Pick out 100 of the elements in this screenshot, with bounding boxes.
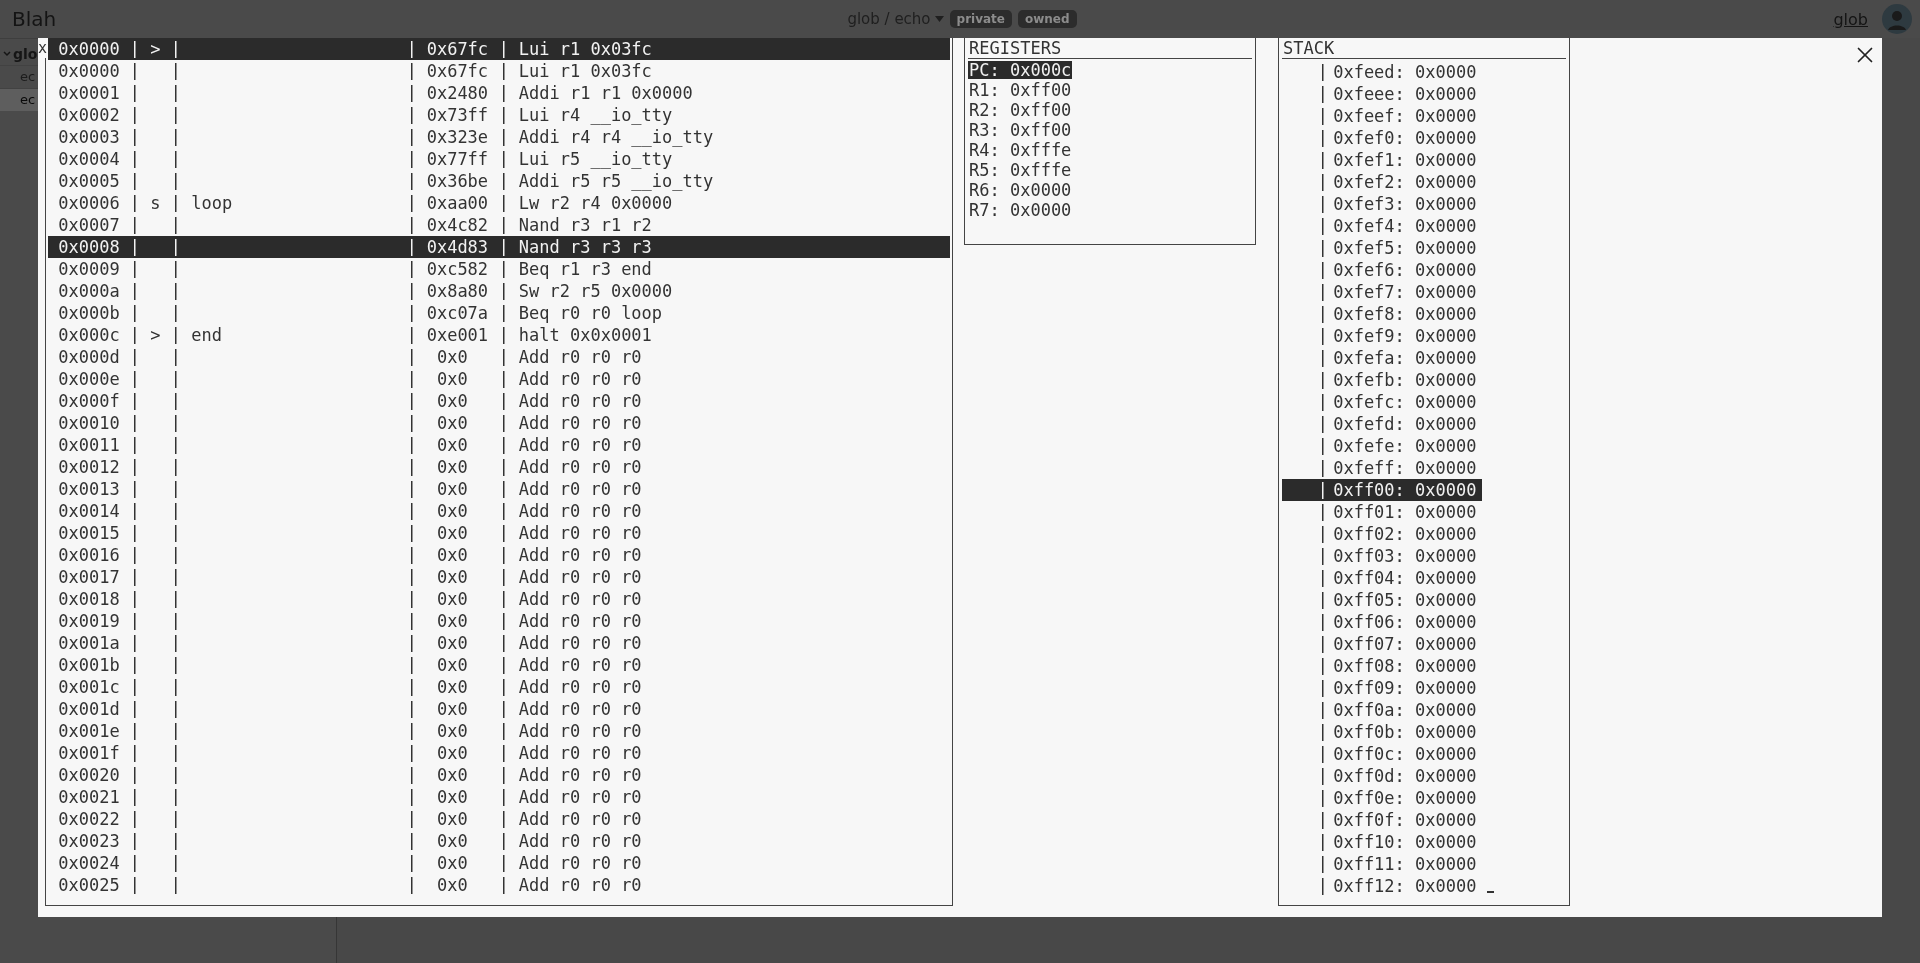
word-cell-text: 0x0 — [435, 610, 469, 632]
word-cell: 0x67fc — [426, 38, 489, 60]
stack-row: 0xfeed: 0x0000 — [1282, 61, 1482, 83]
word-cell: 0xaa00 — [426, 192, 489, 214]
word-cell-text: 0x0 — [435, 654, 469, 676]
stack-row: 0xff09: 0x0000 — [1282, 677, 1482, 699]
address-cell: 0x0008 — [58, 236, 120, 258]
instruction-cell: Add r0 r0 r0 — [518, 852, 642, 874]
word-cell-text: 0x0 — [435, 830, 469, 852]
register-value: R7: 0x0000 — [968, 201, 1073, 219]
address-cell: 0x0000 — [58, 38, 120, 60]
word-cell-text: 0x0 — [435, 720, 469, 742]
stack-row: 0xfef9: 0x0000 — [1282, 325, 1482, 347]
instruction-cell: Add r0 r0 r0 — [518, 676, 642, 698]
instruction-cell: Add r0 r0 r0 — [518, 368, 642, 390]
instruction-cell: Add r0 r0 r0 — [518, 544, 642, 566]
instruction-cell: Add r0 r0 r0 — [518, 610, 642, 632]
stack-row: 0xff00: 0x0000 — [1282, 479, 1482, 501]
register-value: R3: 0xff00 — [968, 121, 1073, 139]
address-cell: 0x000c — [58, 324, 120, 346]
stack-row: 0xff07: 0x0000 — [1282, 633, 1482, 655]
panel-title: REGISTERS — [968, 38, 1062, 58]
stack-row: 0xff08: 0x0000 — [1282, 655, 1482, 677]
stack-row: 0xfeee: 0x0000 — [1282, 83, 1482, 105]
register-value: R1: 0xff00 — [968, 81, 1073, 99]
instruction-cell: Addi r1 r1 0x0000 — [518, 82, 693, 104]
instruction-cell: Lw r2 r4 0x0000 — [518, 192, 673, 214]
address-cell: 0x0014 — [58, 500, 120, 522]
instruction-cell: Add r0 r0 r0 — [518, 390, 642, 412]
register-value: R2: 0xff00 — [968, 101, 1073, 119]
word-cell: 0x323e — [426, 126, 489, 148]
address-cell: 0x0020 — [58, 764, 120, 786]
instruction-cell: Lui r1 0x03fc — [518, 60, 652, 82]
stack-row: 0xfef0: 0x0000 — [1282, 127, 1482, 149]
visibility-badge: owned — [1017, 10, 1077, 28]
word-cell-text: 0x0 — [435, 764, 469, 786]
address-cell: 0x0009 — [58, 258, 120, 280]
address-cell: 0x0022 — [58, 808, 120, 830]
panel-title: STACK — [1282, 38, 1335, 58]
register-value: R4: 0xfffe — [968, 141, 1073, 159]
address-cell: 0x001c — [58, 676, 120, 698]
stack-row: 0xfef1: 0x0000 — [1282, 149, 1482, 171]
word-cell-text: 0x0 — [435, 566, 469, 588]
address-cell: 0x0017 — [58, 566, 120, 588]
stack-row: 0xfefd: 0x0000 — [1282, 413, 1482, 435]
word-cell-text: 0x0 — [435, 478, 469, 500]
instruction-cell: Add r0 r0 r0 — [518, 412, 642, 434]
label-cell-text: loop — [191, 192, 234, 214]
word-cell-text: 0x0 — [435, 434, 469, 456]
instruction-cell: Add r0 r0 r0 — [518, 808, 642, 830]
instruction-cell: Add r0 r0 r0 — [518, 456, 642, 478]
address-cell: 0x000e — [58, 368, 120, 390]
instruction-cell: Add r0 r0 r0 — [518, 632, 642, 654]
word-cell: 0x4c82 — [426, 214, 489, 236]
instruction-cell: Add r0 r0 r0 — [518, 764, 642, 786]
instruction-cell: Addi r5 r5 __io_tty — [518, 170, 714, 192]
stack-row: 0xfefc: 0x0000 — [1282, 391, 1482, 413]
stack-row: 0xff12: 0x0000 — [1282, 875, 1499, 897]
address-cell: 0x0006 — [58, 192, 120, 214]
address-cell: 0x0007 — [58, 214, 120, 236]
address-cell: 0x001a — [58, 632, 120, 654]
address-cell: 0x0018 — [58, 588, 120, 610]
instruction-cell: Add r0 r0 r0 — [518, 500, 642, 522]
instruction-cell: Add r0 r0 r0 — [518, 654, 642, 676]
word-cell-text: 0x0 — [435, 456, 469, 478]
word-cell-text: 0x0 — [435, 676, 469, 698]
address-cell: 0x0003 — [58, 126, 120, 148]
instruction-cell: Sw r2 r5 0x0000 — [518, 280, 673, 302]
visibility-badge: private — [949, 10, 1012, 28]
word-cell-text: 0x0 — [435, 500, 469, 522]
instruction-cell: Add r0 r0 r0 — [518, 434, 642, 456]
word-cell-text: 0x0 — [435, 544, 469, 566]
address-cell: 0x0012 — [58, 456, 120, 478]
stack-row: 0xfeef: 0x0000 — [1282, 105, 1482, 127]
address-cell: 0x001f — [58, 742, 120, 764]
word-cell: 0x4d83 — [426, 236, 489, 258]
word-cell-text: 0x0 — [435, 808, 469, 830]
instruction-cell: Add r0 r0 r0 — [518, 698, 642, 720]
instruction-cell: Addi r4 r4 __io_tty — [518, 126, 714, 148]
address-cell: 0x001b — [58, 654, 120, 676]
stack-row: 0xfefb: 0x0000 — [1282, 369, 1482, 391]
word-cell-text: 0x0 — [435, 874, 469, 896]
register-value: PC: 0x000c — [968, 61, 1073, 79]
word-cell-text: 0x0 — [435, 698, 469, 720]
stack-row: 0xff0a: 0x0000 — [1282, 699, 1482, 721]
stack-row: 0xfef5: 0x0000 — [1282, 237, 1482, 259]
stack-row: 0xff04: 0x0000 — [1282, 567, 1482, 589]
word-cell: 0xc582 — [426, 258, 489, 280]
address-cell: 0x001e — [58, 720, 120, 742]
address-cell: 0x0002 — [58, 104, 120, 126]
stack-row: 0xfefe: 0x0000 — [1282, 435, 1482, 457]
address-cell: 0x0000 — [58, 60, 120, 82]
address-cell: 0x0001 — [58, 82, 120, 104]
stack-row: 0xff02: 0x0000 — [1282, 523, 1482, 545]
word-cell-text: 0x0 — [435, 346, 469, 368]
word-cell-text: 0x0 — [435, 786, 469, 808]
instruction-cell: Add r0 r0 r0 — [518, 874, 642, 896]
marker-cell: > — [150, 324, 161, 346]
stack-row: 0xff01: 0x0000 — [1282, 501, 1482, 523]
stack-row: 0xfef3: 0x0000 — [1282, 193, 1482, 215]
